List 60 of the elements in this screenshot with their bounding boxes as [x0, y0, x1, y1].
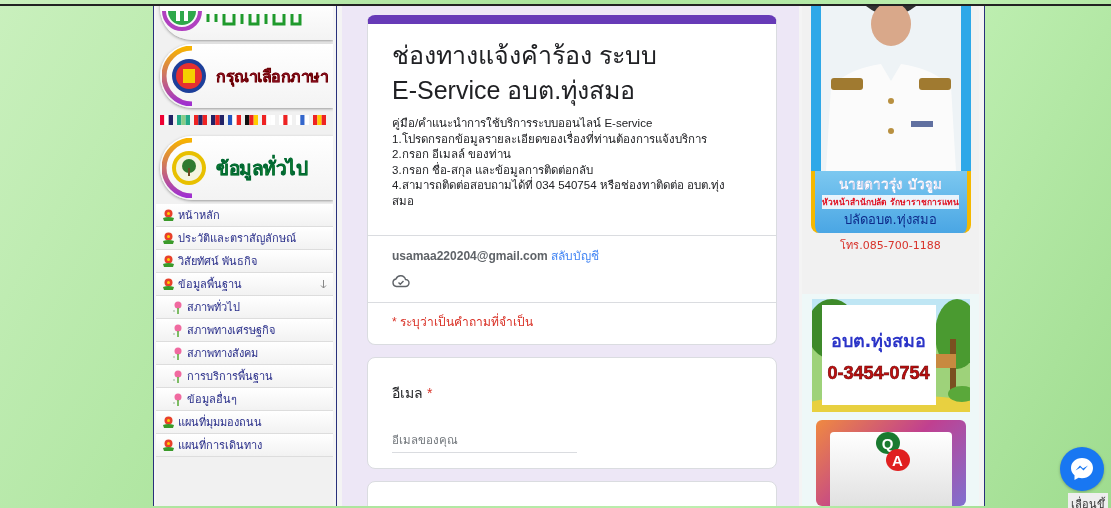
flower-icon [162, 231, 175, 245]
banner-title: ข้อมูลทั่วไป [216, 154, 307, 183]
cloud-check-icon [392, 274, 410, 288]
question-label: อีเมล * [392, 384, 434, 403]
menu-banner[interactable] [160, 6, 333, 40]
form-title: ช่องทางแจ้งคำร้อง ระบบ [392, 40, 658, 71]
required-mark: * [426, 385, 433, 401]
flower-icon [162, 277, 175, 291]
menu-item-label: แผนที่การเดินทาง [178, 436, 263, 454]
flower-icon [172, 323, 184, 337]
flower-icon [172, 300, 184, 314]
flower-icon [172, 392, 184, 406]
menu-banner[interactable]: กรุณาเลือกภาษา [160, 44, 333, 108]
flag-icon[interactable] [245, 115, 258, 125]
official-phone: โทร.085-700-1188 [840, 238, 941, 254]
flower-icon [162, 208, 175, 222]
arrow-down-icon [320, 279, 327, 289]
flower-icon [172, 369, 184, 383]
submenu-item[interactable]: สภาพทางสังคม [156, 342, 333, 365]
menu-item-label: ข้อมูลพื้นฐาน [178, 276, 243, 293]
menu-item-label: หน้าหลัก [178, 208, 221, 224]
switch-account-link[interactable]: สลับบัญชี [551, 249, 600, 263]
submenu-item[interactable]: สภาพทางเศรษฐกิจ [156, 319, 333, 342]
flower-icon [172, 346, 184, 360]
menu-banner[interactable]: ข้อมูลทั่วไป [160, 136, 333, 200]
form-description: คู่มือ/คำแนะนำการใช้บริการระบบออนไลน์ E-service 1.โปรดกรอกข้อมูลรายละเอียดของเรื่องที่ท่านต้องการแจ้งบริการ 2.กรอก อีเมลล์ ของท่าน 3.กรอก ชื่อ-สกุล และข้อมูลการติดต่อกลับ 4.สามารถติดต่อสอบถามได้ที่ 034 540754 หรือช่องทาติดต่อ อบต.ทุ่ง สมอ [392, 116, 727, 209]
submenu-item[interactable]: สภาพทั่วไป [156, 296, 333, 319]
menu-item[interactable]: ข้อมูลพื้นฐาน [156, 273, 333, 296]
chat-bubble-icon [1069, 456, 1095, 482]
chat-button[interactable] [1060, 447, 1104, 491]
flower-icon [162, 438, 175, 452]
email-input-field[interactable]: อีเมลของคุณ [392, 430, 577, 453]
menu-item[interactable]: หน้าหลัก [156, 204, 333, 227]
flag-icon[interactable] [228, 115, 241, 125]
scroll-top-label[interactable]: เลื่อนขึ้ [1068, 493, 1108, 508]
required-note: * ระบุว่าเป็นคำถามที่จำเป็น [391, 312, 534, 332]
submenu-item[interactable]: การบริการพื้นฐาน [156, 365, 333, 388]
official-position: หัวหน้าสำนักปลัด รักษาราชการแทน [822, 195, 959, 209]
menu-item-label: แผนที่มุมมองถนน [178, 413, 263, 431]
official-name: นายดาวรุ่ง บัวจูม [839, 175, 942, 195]
submenu-item-label: สภาพทางเศรษฐกิจ [187, 323, 276, 339]
official-office: ปลัดอบต.ทุ่งสมอ [844, 211, 937, 230]
submenu-item-label: การบริการพื้นฐาน [187, 368, 274, 385]
menu-item-label: วิสัยทัศน์ พันธกิจ [178, 254, 259, 270]
submenu-item-label: ข้อมูลอื่นๆ [187, 390, 238, 408]
menu-item[interactable]: วิสัยทัศน์ พันธกิจ [156, 250, 333, 273]
flag-icon[interactable] [160, 115, 173, 125]
menu-item[interactable]: แผนที่มุมมองถนน [156, 411, 333, 434]
flower-icon [162, 415, 175, 429]
banner-title: กรุณาเลือกภาษา [216, 65, 328, 89]
menu-item[interactable]: แผนที่การเดินทาง [156, 434, 333, 457]
menu-item[interactable]: ประวัติและตราสัญลักษณ์ [156, 227, 333, 250]
form-title: E-Service อบต.ทุ่งสมอ [392, 75, 637, 108]
submenu-item-label: สภาพทั่วไป [187, 298, 241, 316]
flower-icon [162, 254, 175, 268]
emblem-icon [162, 11, 202, 31]
submenu-item-label: สภาพทางสังคม [187, 346, 259, 362]
menu-item-label: ประวัติและตราสัญลักษณ์ [178, 231, 297, 247]
account-email: usamaa220204@gmail.com [392, 249, 548, 263]
submenu-item[interactable]: ข้อมูลอื่นๆ [156, 388, 333, 411]
